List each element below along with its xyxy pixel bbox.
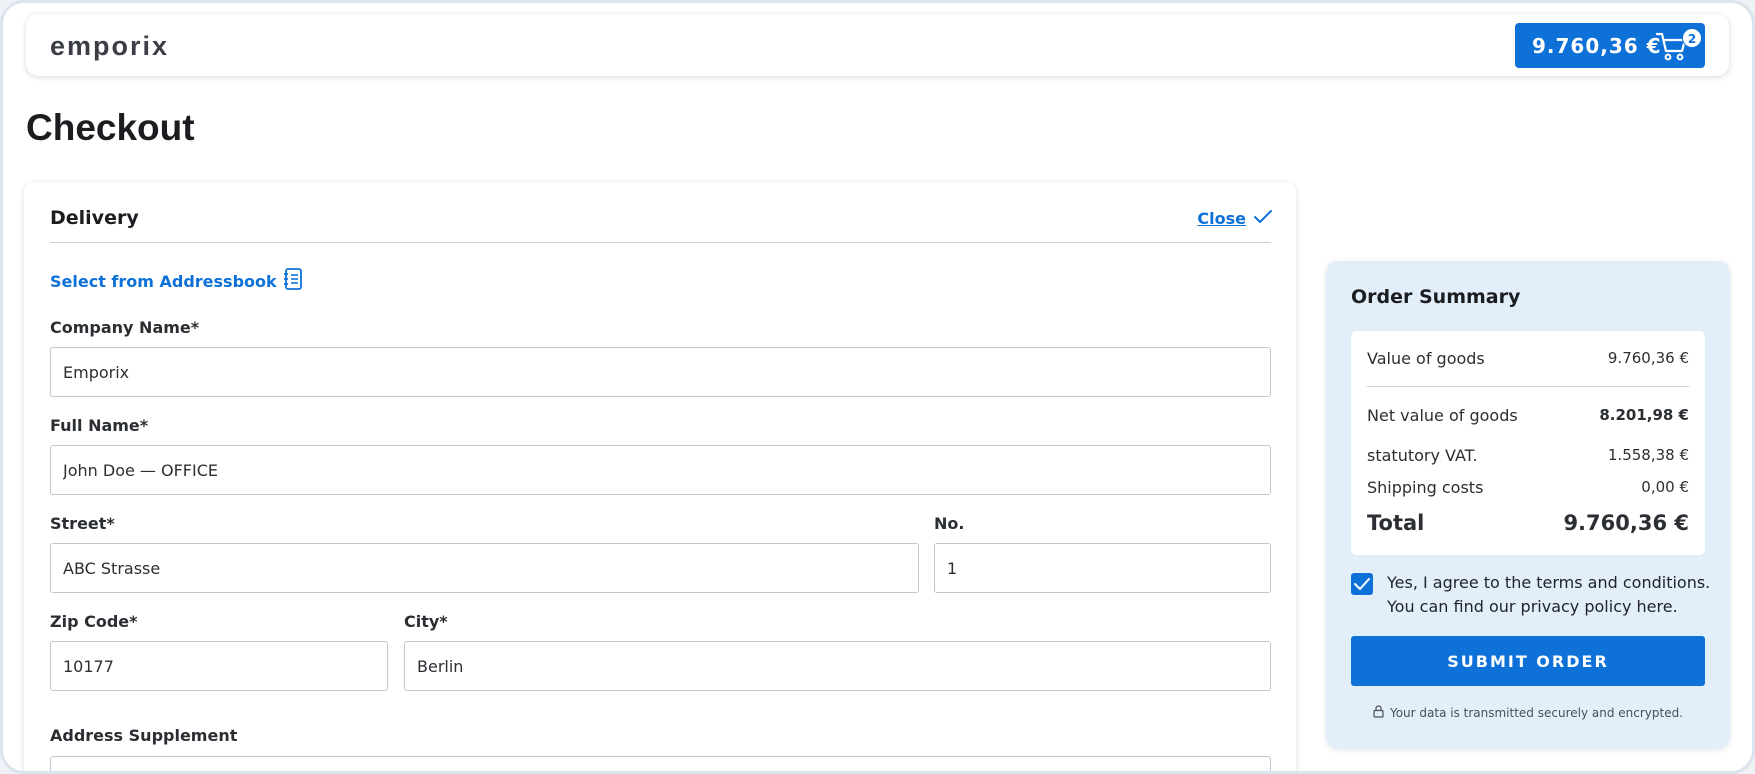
checkmark-icon — [1254, 209, 1272, 228]
addressbook-icon — [283, 268, 303, 294]
checkbox-check-icon — [1354, 578, 1370, 590]
delivery-title: Delivery — [50, 207, 139, 229]
close-label: Close — [1197, 209, 1246, 228]
company-name-field[interactable] — [50, 347, 1271, 397]
zip-code-field[interactable] — [50, 641, 388, 691]
total-amount: 9.760,36 € — [1563, 511, 1689, 535]
summary-divider — [1367, 386, 1689, 387]
net-value-label: Net value of goods — [1367, 406, 1518, 425]
street-label: Street* — [50, 514, 115, 533]
city-label: City* — [404, 612, 448, 631]
page-title: Checkout — [26, 107, 195, 148]
privacy-policy-line[interactable]: You can find our privacy policy here. — [1387, 595, 1710, 619]
cart-button[interactable]: 9.760,36 € 2 — [1515, 23, 1705, 68]
select-addressbook-link[interactable]: Select from Addressbook — [50, 268, 303, 294]
shipping-row: Shipping costs 0,00 € — [1367, 478, 1689, 497]
lock-icon — [1373, 705, 1384, 721]
full-name-field[interactable] — [50, 445, 1271, 495]
secure-note-text: Your data is transmitted securely and en… — [1389, 706, 1684, 720]
delivery-section: Delivery Close Select from Addressbook C… — [24, 182, 1296, 771]
house-number-field[interactable] — [934, 543, 1271, 593]
delivery-divider — [50, 242, 1271, 243]
order-summary-box: Value of goods 9.760,36 € Net value of g… — [1351, 331, 1705, 555]
value-of-goods-label: Value of goods — [1367, 349, 1485, 368]
address-supplement-label: Address Supplement — [50, 726, 238, 745]
emporix-logo[interactable]: emporix — [50, 32, 169, 60]
close-delivery-link[interactable]: Close — [1197, 209, 1272, 228]
terms-text: Yes, I agree to the terms and conditions… — [1387, 571, 1710, 619]
terms-agreement: Yes, I agree to the terms and conditions… — [1351, 571, 1711, 619]
submit-order-button[interactable]: SUBMIT ORDER — [1351, 636, 1705, 686]
street-field[interactable] — [50, 543, 919, 593]
cart-count-badge: 2 — [1682, 28, 1702, 48]
vat-row: statutory VAT. 1.558,38 € — [1367, 446, 1689, 465]
total-row: Total 9.760,36 € — [1367, 511, 1689, 535]
shipping-label: Shipping costs — [1367, 478, 1484, 497]
secure-note: Your data is transmitted securely and en… — [1351, 705, 1705, 721]
city-field[interactable] — [404, 641, 1271, 691]
app-window: emporix 9.760,36 € 2 Checkout Delivery C… — [0, 0, 1755, 774]
value-of-goods-row: Value of goods 9.760,36 € — [1367, 349, 1689, 368]
total-label: Total — [1367, 511, 1425, 535]
terms-line-1: Yes, I agree to the terms and conditions… — [1387, 573, 1711, 592]
net-value-row: Net value of goods 8.201,98 € — [1367, 406, 1689, 425]
shipping-amount: 0,00 € — [1641, 478, 1689, 496]
net-value-amount: 8.201,98 € — [1599, 406, 1689, 424]
full-name-label: Full Name* — [50, 416, 149, 435]
top-navigation-bar: emporix 9.760,36 € 2 — [26, 14, 1729, 76]
house-number-label: No. — [934, 514, 965, 533]
zip-code-label: Zip Code* — [50, 612, 138, 631]
company-name-label: Company Name* — [50, 318, 200, 337]
terms-checkbox[interactable] — [1351, 573, 1373, 595]
vat-label: statutory VAT. — [1367, 446, 1478, 465]
order-summary-title: Order Summary — [1351, 286, 1521, 308]
vat-amount: 1.558,38 € — [1607, 446, 1689, 464]
value-of-goods-amount: 9.760,36 € — [1607, 349, 1689, 367]
cart-total: 9.760,36 € — [1532, 33, 1662, 58]
order-summary-panel: Order Summary Value of goods 9.760,36 € … — [1326, 261, 1730, 749]
address-supplement-field[interactable] — [50, 756, 1271, 771]
addressbook-label: Select from Addressbook — [50, 271, 277, 291]
